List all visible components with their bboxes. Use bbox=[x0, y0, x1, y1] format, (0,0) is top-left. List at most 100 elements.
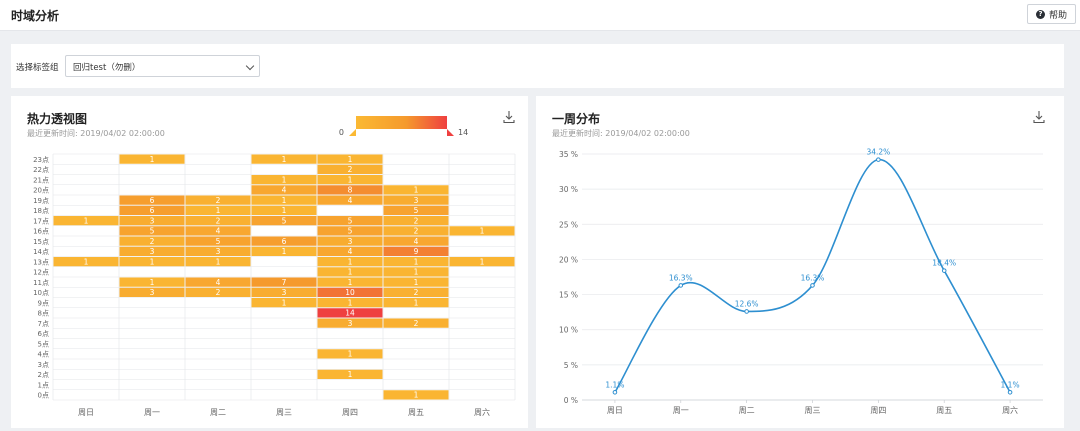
heatmap-y-tick-label: 20点 bbox=[33, 187, 49, 195]
x-tick-label: 周日 bbox=[607, 406, 623, 415]
heatmap-x-tick-label: 周二 bbox=[210, 408, 226, 417]
heatmap-cell-label: 1 bbox=[348, 257, 353, 266]
heatmap-cell-label: 1 bbox=[414, 186, 419, 195]
y-tick-label: 20 % bbox=[559, 255, 578, 264]
data-label: 1.1% bbox=[1001, 380, 1020, 389]
heatmap-cell-label: 5 bbox=[282, 216, 287, 225]
heatmap-y-tick-label: 0点 bbox=[38, 392, 49, 400]
heatmap-cell-label: 1 bbox=[348, 350, 353, 359]
heatmap-y-tick-label: 21点 bbox=[33, 176, 49, 184]
heatmap-cell-label: 5 bbox=[348, 216, 353, 225]
data-point[interactable] bbox=[612, 389, 618, 395]
heatmap-cell-label: 3 bbox=[282, 288, 287, 297]
heatmap-cell-label: 4 bbox=[216, 227, 221, 236]
data-label: 12.6% bbox=[735, 299, 759, 308]
heatmap-cell-label: 1 bbox=[282, 175, 287, 184]
heatmap-cell-label: 3 bbox=[216, 247, 221, 256]
heatmap-chart: 0 14 1 1 121 14 8 16 2 1 4 36 1 1 51 3 2 5 5 25 4 5 2 12 5 6 3 43… bbox=[33, 116, 516, 417]
heatmap-cell-label: 1 bbox=[414, 278, 419, 287]
tag-group-select[interactable]: 回归test（勿删） bbox=[65, 55, 260, 77]
x-tick-label: 周四 bbox=[870, 406, 886, 415]
heatmap-cell-label: 1 bbox=[282, 155, 287, 164]
data-point[interactable] bbox=[744, 309, 749, 314]
heatmap-cell-label: 1 bbox=[282, 298, 287, 307]
heatmap-cell-label: 1 bbox=[348, 155, 353, 164]
heatmap-x-tick-label: 周日 bbox=[78, 408, 94, 417]
heatmap-cell-label: 7 bbox=[282, 278, 287, 287]
heatmap-card: 热力透视图 最近更新时间: 2019/04/02 02:00:00 0 14 1… bbox=[11, 96, 528, 428]
heatmap-cell-label: 1 bbox=[480, 257, 485, 266]
chevron-down-icon bbox=[245, 61, 255, 71]
heatmap-cell-label: 6 bbox=[282, 237, 287, 246]
heatmap-cell-label: 6 bbox=[150, 196, 155, 205]
heatmap-cell-label: 1 bbox=[348, 175, 353, 184]
y-tick-label: 0 % bbox=[564, 396, 578, 405]
tag-group-label: 选择标签组 bbox=[16, 63, 59, 73]
heatmap-y-tick-label: 10点 bbox=[33, 289, 49, 297]
heatmap-cell-label: 3 bbox=[414, 196, 419, 205]
heatmap-cell-label: 3 bbox=[150, 216, 155, 225]
heatmap-y-tick-label: 23点 bbox=[33, 156, 49, 164]
heatmap-cell-label: 5 bbox=[216, 237, 221, 246]
heatmap-y-tick-label: 6点 bbox=[38, 330, 49, 338]
heatmap-cell-label: 5 bbox=[348, 227, 353, 236]
data-point[interactable] bbox=[1007, 389, 1013, 395]
heatmap-y-tick-label: 1点 bbox=[38, 381, 49, 389]
heatmap-cell-label: 2 bbox=[216, 196, 221, 205]
heatmap-y-tick-label: 18点 bbox=[33, 207, 49, 215]
heatmap-cell-label: 2 bbox=[216, 216, 221, 225]
y-tick-label: 25 % bbox=[559, 220, 578, 229]
heatmap-y-tick-label: 3点 bbox=[38, 361, 49, 369]
help-button[interactable]: ? 帮助 bbox=[1026, 4, 1076, 24]
heatmap-y-tick-label: 9点 bbox=[38, 299, 49, 307]
heatmap-cell-label: 3 bbox=[150, 247, 155, 256]
weekly-line-chart: 0 % 5 % 10 % 15 % 20 % 25 % 30 % 35 % 周日 周一 周二 周三 周… bbox=[559, 148, 1043, 415]
heatmap-cell-label: 1 bbox=[84, 257, 89, 266]
y-tick-label: 5 % bbox=[564, 361, 578, 370]
heatmap-cell-label: 1 bbox=[282, 196, 287, 205]
data-point[interactable] bbox=[941, 268, 947, 273]
heatmap-cell-label: 4 bbox=[348, 196, 353, 205]
heatmap-x-tick-label: 周三 bbox=[276, 408, 292, 417]
question-icon: ? bbox=[1035, 9, 1045, 19]
x-tick-label: 周一 bbox=[673, 406, 689, 415]
heatmap-x-tick-label: 周四 bbox=[342, 408, 358, 417]
heatmap-x-tick-label: 周五 bbox=[408, 408, 424, 417]
heatmap-cell-label: 2 bbox=[216, 288, 221, 297]
top-bar: 时域分析 ? 帮助 bbox=[0, 0, 1080, 31]
heatmap-cell-label: 3 bbox=[348, 237, 353, 246]
legend-max-handle[interactable] bbox=[447, 129, 454, 136]
heatmap-y-tick-label: 8点 bbox=[38, 310, 49, 318]
heatmap-y-tick-label: 11点 bbox=[33, 279, 49, 287]
heatmap-cell-label: 9 bbox=[414, 247, 419, 256]
heatmap-y-tick-label: 17点 bbox=[33, 217, 49, 225]
heatmap-cell-label: 6 bbox=[150, 206, 155, 215]
y-tick-label: 15 % bbox=[559, 291, 578, 300]
heatmap-cell-label: 1 bbox=[348, 298, 353, 307]
heatmap-y-tick-label: 7点 bbox=[38, 320, 49, 328]
x-tick-label: 周五 bbox=[936, 406, 952, 415]
heatmap-cell-label: 1 bbox=[216, 206, 221, 215]
heatmap-x-tick-label: 周一 bbox=[144, 408, 160, 417]
data-point[interactable] bbox=[876, 157, 881, 162]
y-tick-label: 10 % bbox=[559, 326, 578, 335]
heatmap-y-tick-label: 16点 bbox=[33, 228, 49, 236]
heatmap-cell-label: 1 bbox=[150, 155, 155, 164]
y-tick-label: 30 % bbox=[559, 185, 578, 194]
heatmap-y-tick-label: 5点 bbox=[38, 340, 49, 348]
data-label: 1.1% bbox=[605, 380, 624, 389]
heatmap-cell-label: 1 bbox=[414, 268, 419, 277]
heatmap-cell-label: 4 bbox=[414, 237, 419, 246]
heatmap-cell-label: 1 bbox=[150, 278, 155, 287]
x-tick-label: 周六 bbox=[1002, 405, 1018, 415]
data-point[interactable] bbox=[678, 283, 684, 288]
legend-min-handle[interactable] bbox=[349, 129, 356, 136]
heatmap-cell-label: 1 bbox=[414, 257, 419, 266]
y-tick-label: 35 % bbox=[559, 150, 578, 159]
heatmap-cell-label: 5 bbox=[414, 206, 419, 215]
data-point[interactable] bbox=[810, 283, 815, 288]
tag-group-selected-value: 回归test（勿删） bbox=[73, 63, 141, 73]
heatmap-cell-label: 3 bbox=[150, 288, 155, 297]
heatmap-x-tick-label: 周六 bbox=[474, 407, 490, 417]
heatmap-cell-label: 1 bbox=[480, 227, 485, 236]
